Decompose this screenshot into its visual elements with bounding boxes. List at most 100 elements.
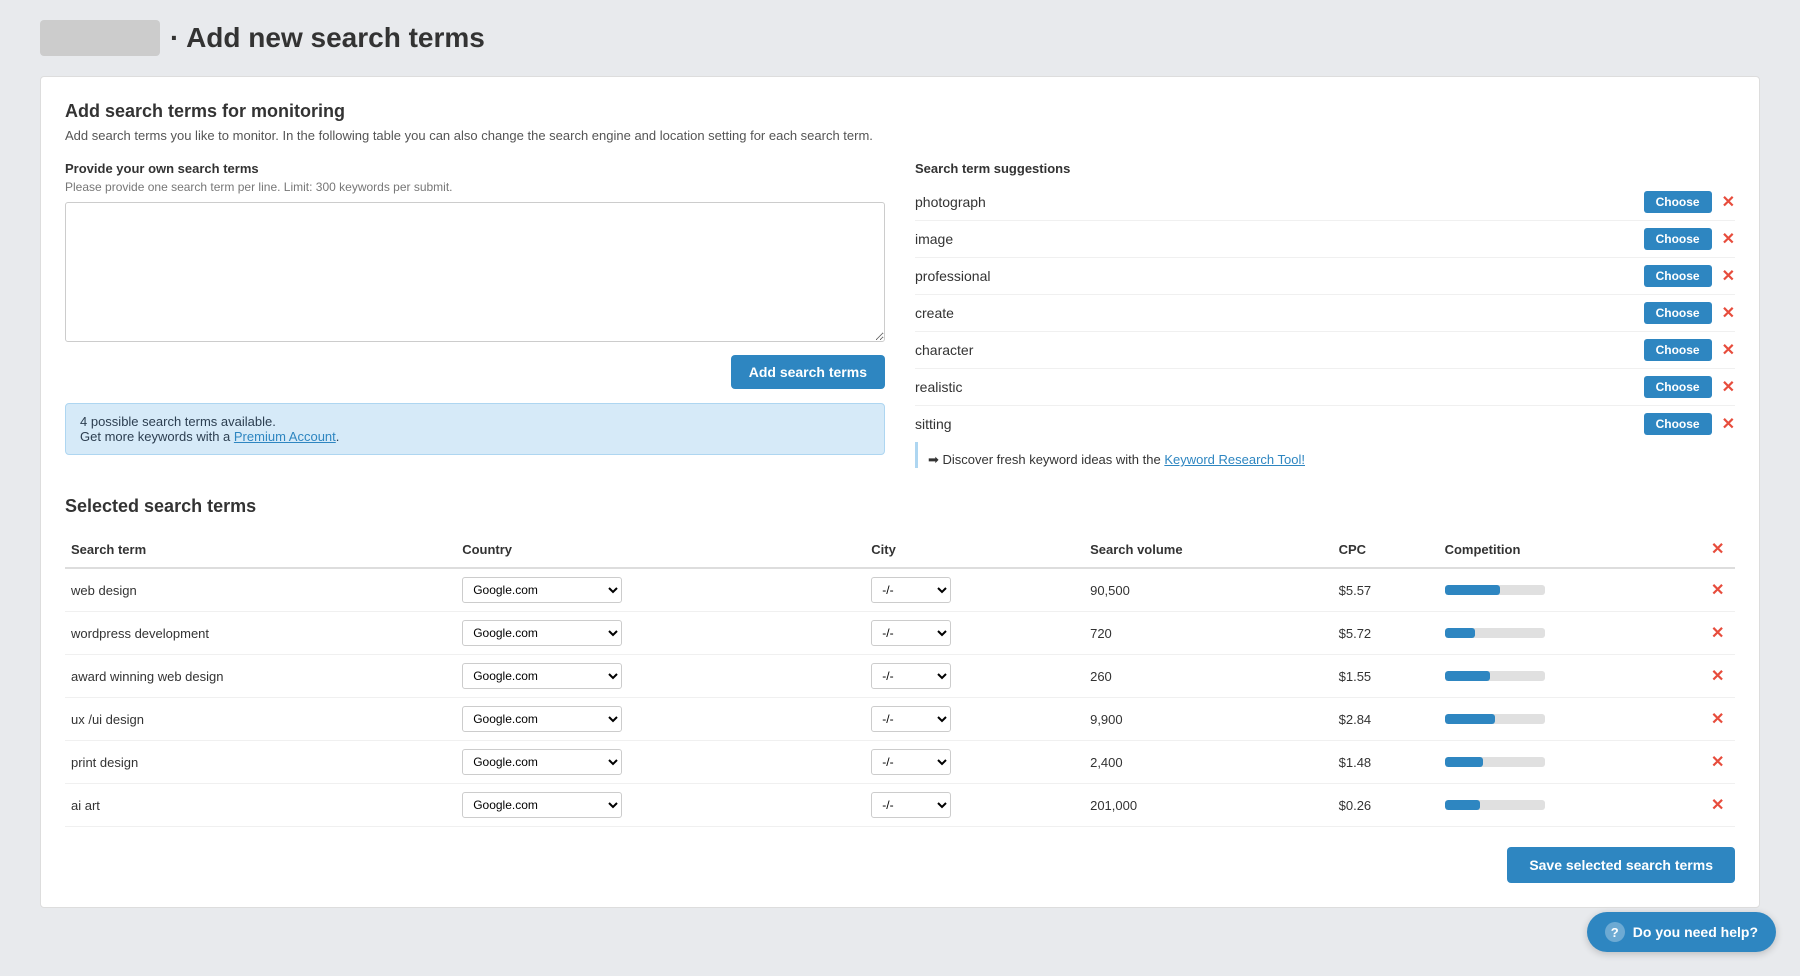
remove-suggestion-icon[interactable]: ✕	[1722, 266, 1735, 286]
term-cell: wordpress development	[65, 612, 456, 655]
competition-bar-wrap	[1445, 671, 1545, 681]
discover-prefix: ➡ Discover fresh keyword ideas with the	[928, 452, 1164, 467]
city-cell: -/-New YorkLondonParis	[865, 784, 1084, 827]
th-country: Country	[456, 531, 865, 568]
suggestions-title: Search term suggestions	[915, 161, 1735, 176]
remove-row-icon[interactable]: ✕	[1711, 582, 1724, 599]
remove-suggestion-icon[interactable]: ✕	[1722, 377, 1735, 397]
suggestion-row: realisticChoose ✕	[915, 369, 1735, 406]
city-cell: -/-New YorkLondonParis	[865, 612, 1084, 655]
remove-suggestion-icon[interactable]: ✕	[1722, 192, 1735, 212]
search-terms-input[interactable]	[65, 202, 885, 342]
country-select[interactable]: Google.comGoogle.co.ukGoogle.deGoogle.fr	[462, 706, 622, 732]
th-volume: Search volume	[1084, 531, 1333, 568]
suggestion-term: image	[915, 231, 1644, 247]
suggestion-term: professional	[915, 268, 1644, 284]
country-select[interactable]: Google.comGoogle.co.ukGoogle.deGoogle.fr	[462, 663, 622, 689]
choose-button[interactable]: Choose	[1644, 265, 1712, 287]
competition-bar-wrap	[1445, 714, 1545, 724]
competition-bar-wrap	[1445, 800, 1545, 810]
term-cell: print design	[65, 741, 456, 784]
suggestion-row: professionalChoose ✕	[915, 258, 1735, 295]
suggestion-row: sittingChoose✕	[915, 406, 1735, 442]
choose-button[interactable]: Choose	[1644, 191, 1712, 213]
two-column-layout: Provide your own search terms Please pro…	[65, 161, 1735, 468]
country-select[interactable]: Google.comGoogle.co.ukGoogle.deGoogle.fr	[462, 749, 622, 775]
country-select[interactable]: Google.comGoogle.co.ukGoogle.deGoogle.fr	[462, 620, 622, 646]
terms-tbody: web designGoogle.comGoogle.co.ukGoogle.d…	[65, 568, 1735, 827]
main-card: Add search terms for monitoring Add sear…	[40, 76, 1760, 908]
remove-cell: ✕	[1705, 741, 1735, 784]
th-city: City	[865, 531, 1084, 568]
city-select[interactable]: -/-New YorkLondonParis	[871, 792, 951, 818]
own-terms-label: Provide your own search terms	[65, 161, 885, 176]
remove-suggestion-icon[interactable]: ✕	[1722, 414, 1735, 434]
competition-bar-wrap	[1445, 628, 1545, 638]
discover-link-row: ➡ Discover fresh keyword ideas with the …	[915, 442, 1735, 468]
brand-logo	[40, 20, 160, 56]
remove-row-icon[interactable]: ✕	[1711, 668, 1724, 685]
remove-all-icon[interactable]: ✕	[1711, 541, 1724, 558]
city-select[interactable]: -/-New YorkLondonParis	[871, 663, 951, 689]
card-subtitle: Add search terms you like to monitor. In…	[65, 128, 1735, 143]
th-search-term: Search term	[65, 531, 456, 568]
cpc-cell: $0.26	[1333, 784, 1439, 827]
city-select[interactable]: -/-New YorkLondonParis	[871, 577, 951, 603]
cpc-cell: $5.72	[1333, 612, 1439, 655]
volume-cell: 260	[1084, 655, 1333, 698]
help-button[interactable]: ? Do you need help?	[1587, 912, 1776, 952]
competition-bar-wrap	[1445, 585, 1545, 595]
remove-cell: ✕	[1705, 655, 1735, 698]
suggestions-list: photographChoose✕imageChoose✕professiona…	[915, 184, 1735, 442]
volume-cell: 201,000	[1084, 784, 1333, 827]
card-title: Add search terms for monitoring	[65, 101, 1735, 122]
competition-bar-wrap	[1445, 757, 1545, 767]
country-cell: Google.comGoogle.co.ukGoogle.deGoogle.fr	[456, 741, 865, 784]
country-cell: Google.comGoogle.co.ukGoogle.deGoogle.fr	[456, 698, 865, 741]
table-row: wordpress developmentGoogle.comGoogle.co…	[65, 612, 1735, 655]
suggestion-term: realistic	[915, 379, 1644, 395]
choose-button[interactable]: Choose	[1644, 413, 1712, 435]
remove-row-icon[interactable]: ✕	[1711, 797, 1724, 814]
selected-section: Selected search terms Search term Countr…	[65, 496, 1735, 827]
city-select[interactable]: -/-New YorkLondonParis	[871, 749, 951, 775]
choose-button[interactable]: Choose	[1644, 228, 1712, 250]
country-cell: Google.comGoogle.co.ukGoogle.deGoogle.fr	[456, 612, 865, 655]
page-title: · Add new search terms	[170, 22, 485, 54]
competition-bar	[1445, 757, 1483, 767]
remove-suggestion-icon[interactable]: ✕	[1722, 340, 1735, 360]
choose-button[interactable]: Choose	[1644, 302, 1712, 324]
term-cell: award winning web design	[65, 655, 456, 698]
remove-cell: ✕	[1705, 612, 1735, 655]
remove-row-icon[interactable]: ✕	[1711, 754, 1724, 771]
suggestion-row: characterChoose✕	[915, 332, 1735, 369]
th-competition: Competition	[1439, 531, 1705, 568]
save-button[interactable]: Save selected search terms	[1507, 847, 1735, 883]
remove-suggestion-icon[interactable]: ✕	[1722, 303, 1735, 323]
country-select[interactable]: Google.comGoogle.co.ukGoogle.deGoogle.fr	[462, 577, 622, 603]
info-line1: 4 possible search terms available.	[80, 414, 870, 429]
city-cell: -/-New YorkLondonParis	[865, 568, 1084, 612]
cpc-cell: $1.55	[1333, 655, 1439, 698]
competition-bar	[1445, 671, 1490, 681]
premium-account-link[interactable]: Premium Account	[234, 429, 336, 444]
table-row: print designGoogle.comGoogle.co.ukGoogle…	[65, 741, 1735, 784]
volume-cell: 720	[1084, 612, 1333, 655]
term-cell: ai art	[65, 784, 456, 827]
info-line2: Get more keywords with a Premium Account…	[80, 429, 870, 444]
remove-row-icon[interactable]: ✕	[1711, 625, 1724, 642]
choose-button[interactable]: Choose	[1644, 376, 1712, 398]
keyword-research-link[interactable]: Keyword Research Tool!	[1164, 452, 1305, 467]
city-select[interactable]: -/-New YorkLondonParis	[871, 620, 951, 646]
city-select[interactable]: -/-New YorkLondonParis	[871, 706, 951, 732]
suggestion-term: photograph	[915, 194, 1644, 210]
add-search-terms-button[interactable]: Add search terms	[731, 355, 885, 389]
competition-cell	[1439, 655, 1705, 698]
country-select[interactable]: Google.comGoogle.co.ukGoogle.deGoogle.fr	[462, 792, 622, 818]
choose-button[interactable]: Choose	[1644, 339, 1712, 361]
country-cell: Google.comGoogle.co.ukGoogle.deGoogle.fr	[456, 568, 865, 612]
remove-suggestion-icon[interactable]: ✕	[1722, 229, 1735, 249]
remove-row-icon[interactable]: ✕	[1711, 711, 1724, 728]
footer-row: Save selected search terms	[65, 847, 1735, 883]
suggestions-section: Search term suggestions photographChoose…	[915, 161, 1735, 468]
